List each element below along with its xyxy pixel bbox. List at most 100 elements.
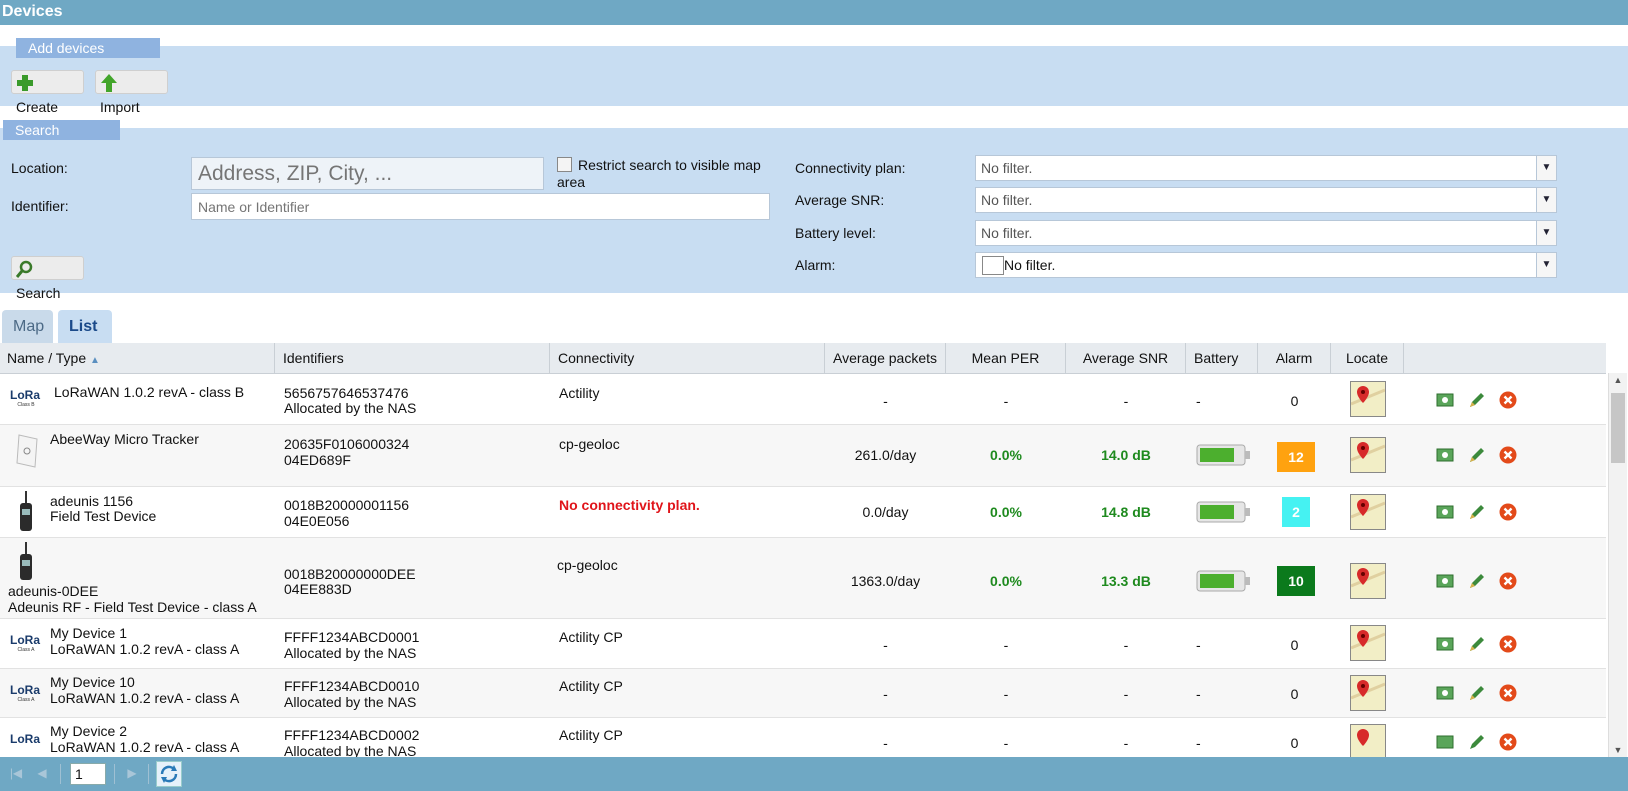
device-connectivity: cp-geoloc xyxy=(557,557,618,573)
column-alarm[interactable]: Alarm xyxy=(1258,343,1331,373)
locate-map-icon[interactable] xyxy=(1350,563,1386,599)
average-snr-value: No filter. xyxy=(981,192,1033,208)
alarm-select[interactable]: No filter. ▼ xyxy=(975,252,1557,278)
column-mean-per[interactable]: Mean PER xyxy=(946,343,1066,373)
table-row[interactable]: LoRa Class A My Device 10 LoRaWAN 1.0.2 … xyxy=(0,669,1606,718)
location-input[interactable] xyxy=(191,157,544,190)
column-connectivity[interactable]: Connectivity xyxy=(550,343,825,373)
average-snr-select[interactable]: No filter. ▼ xyxy=(975,187,1557,213)
table-row[interactable]: LoRa My Device 2 LoRaWAN 1.0.2 revA - cl… xyxy=(0,718,1606,757)
table-row[interactable]: LoRa Class B LoRaWAN 1.0.2 revA - class … xyxy=(0,374,1606,425)
connectivity-plan-value: No filter. xyxy=(981,160,1033,176)
connectivity-plan-select[interactable]: No filter. ▼ xyxy=(975,155,1557,181)
first-page-icon[interactable]: |◀ xyxy=(8,765,24,781)
map-view-icon[interactable] xyxy=(1436,503,1454,521)
locate-map-icon[interactable] xyxy=(1350,675,1386,711)
map-view-icon[interactable] xyxy=(1436,572,1454,590)
device-type: LoRaWAN 1.0.2 revA - class A xyxy=(50,690,240,706)
scroll-thumb[interactable] xyxy=(1611,393,1625,463)
edit-pencil-icon[interactable] xyxy=(1468,446,1486,464)
device-packets: - xyxy=(883,686,888,702)
tab-map[interactable]: Map xyxy=(2,310,53,343)
device-connectivity: No connectivity plan. xyxy=(559,497,700,513)
column-average-snr[interactable]: Average SNR xyxy=(1066,343,1186,373)
table-row[interactable]: adeunis-0DEE Adeunis RF - Field Test Dev… xyxy=(0,538,1606,619)
locate-map-icon[interactable] xyxy=(1350,381,1386,417)
map-view-icon[interactable] xyxy=(1436,446,1454,464)
table-row[interactable]: AbeeWay Micro Tracker 20635F0106000324 0… xyxy=(0,425,1606,487)
table-row[interactable]: LoRa Class A My Device 1 LoRaWAN 1.0.2 r… xyxy=(0,619,1606,669)
device-name[interactable]: adeunis 1156 xyxy=(50,493,133,509)
chevron-down-icon[interactable]: ▼ xyxy=(1536,188,1556,212)
scroll-down-icon[interactable]: ▼ xyxy=(1609,743,1627,757)
delete-icon[interactable] xyxy=(1499,572,1517,590)
device-packets: 1363.0/day xyxy=(850,573,921,589)
search-button[interactable]: Search xyxy=(11,256,84,301)
refresh-icon[interactable] xyxy=(156,761,182,787)
page-number-input[interactable]: 1 xyxy=(70,763,106,785)
map-view-icon[interactable] xyxy=(1436,391,1454,409)
lora-logo-icon: LoRa xyxy=(10,732,40,746)
chevron-down-icon[interactable]: ▼ xyxy=(1536,156,1556,180)
device-name[interactable]: adeunis-0DEE xyxy=(8,583,98,599)
chevron-down-icon[interactable]: ▼ xyxy=(1536,221,1556,245)
battery-level-select[interactable]: No filter. ▼ xyxy=(975,220,1557,246)
delete-icon[interactable] xyxy=(1499,635,1517,653)
delete-icon[interactable] xyxy=(1499,446,1517,464)
scroll-up-icon[interactable]: ▲ xyxy=(1609,373,1627,387)
map-view-icon[interactable] xyxy=(1436,733,1454,751)
create-label: Create xyxy=(16,99,59,115)
alarm-label: Alarm: xyxy=(795,257,836,273)
create-button[interactable]: Create xyxy=(11,70,84,115)
device-packets: - xyxy=(883,637,888,653)
device-name[interactable]: LoRaWAN 1.0.2 revA - class B xyxy=(54,384,244,400)
import-button[interactable]: Import xyxy=(95,70,168,115)
edit-pencil-icon[interactable] xyxy=(1468,391,1486,409)
sort-ascending-icon: ▲ xyxy=(90,355,100,366)
edit-pencil-icon[interactable] xyxy=(1468,684,1486,702)
edit-pencil-icon[interactable] xyxy=(1468,733,1486,751)
device-name[interactable]: My Device 1 xyxy=(50,625,127,641)
delete-icon[interactable] xyxy=(1499,503,1517,521)
device-id-secondary: 04ED689F xyxy=(284,452,351,468)
column-average-packets[interactable]: Average packets xyxy=(825,343,946,373)
device-name[interactable]: My Device 10 xyxy=(50,674,135,690)
device-per: 0.0% xyxy=(990,573,1022,589)
edit-pencil-icon[interactable] xyxy=(1468,503,1486,521)
next-page-icon[interactable]: ▶ xyxy=(124,765,140,781)
column-identifiers[interactable]: Identifiers xyxy=(275,343,550,373)
edit-pencil-icon[interactable] xyxy=(1468,572,1486,590)
delete-icon[interactable] xyxy=(1499,733,1517,751)
device-name[interactable]: My Device 2 xyxy=(50,723,127,739)
plus-icon xyxy=(17,75,33,92)
map-view-icon[interactable] xyxy=(1436,635,1454,653)
chevron-down-icon[interactable]: ▼ xyxy=(1536,253,1556,277)
connectivity-plan-label: Connectivity plan: xyxy=(795,160,906,176)
column-locate[interactable]: Locate xyxy=(1331,343,1404,373)
locate-map-icon[interactable] xyxy=(1350,625,1386,661)
locate-map-icon[interactable] xyxy=(1350,437,1386,473)
column-name-type[interactable]: Name / Type ▲ xyxy=(0,343,275,373)
locate-map-icon[interactable] xyxy=(1350,724,1386,757)
device-id-secondary: 04EE883D xyxy=(284,581,352,597)
edit-pencil-icon[interactable] xyxy=(1468,635,1486,653)
field-test-device-icon xyxy=(20,542,32,580)
locate-map-icon[interactable] xyxy=(1350,494,1386,530)
device-packets: 0.0/day xyxy=(862,504,909,520)
device-id: 20635F0106000324 xyxy=(284,436,410,452)
tab-list[interactable]: List xyxy=(58,310,112,343)
location-label: Location: xyxy=(11,160,68,176)
delete-icon[interactable] xyxy=(1499,391,1517,409)
map-view-icon[interactable] xyxy=(1436,684,1454,702)
column-battery[interactable]: Battery xyxy=(1186,343,1258,373)
device-battery: - xyxy=(1196,393,1201,409)
device-alarm: 0 xyxy=(1290,637,1299,653)
delete-icon[interactable] xyxy=(1499,684,1517,702)
previous-page-icon[interactable]: ◀ xyxy=(34,765,50,781)
device-snr: - xyxy=(1123,686,1129,702)
vertical-scrollbar[interactable]: ▲ ▼ xyxy=(1608,373,1627,757)
table-row[interactable]: adeunis 1156 Field Test Device 0018B2000… xyxy=(0,487,1606,538)
identifier-input[interactable] xyxy=(191,193,770,220)
device-connectivity: Actility CP xyxy=(559,629,623,645)
device-name[interactable]: AbeeWay Micro Tracker xyxy=(50,431,199,447)
